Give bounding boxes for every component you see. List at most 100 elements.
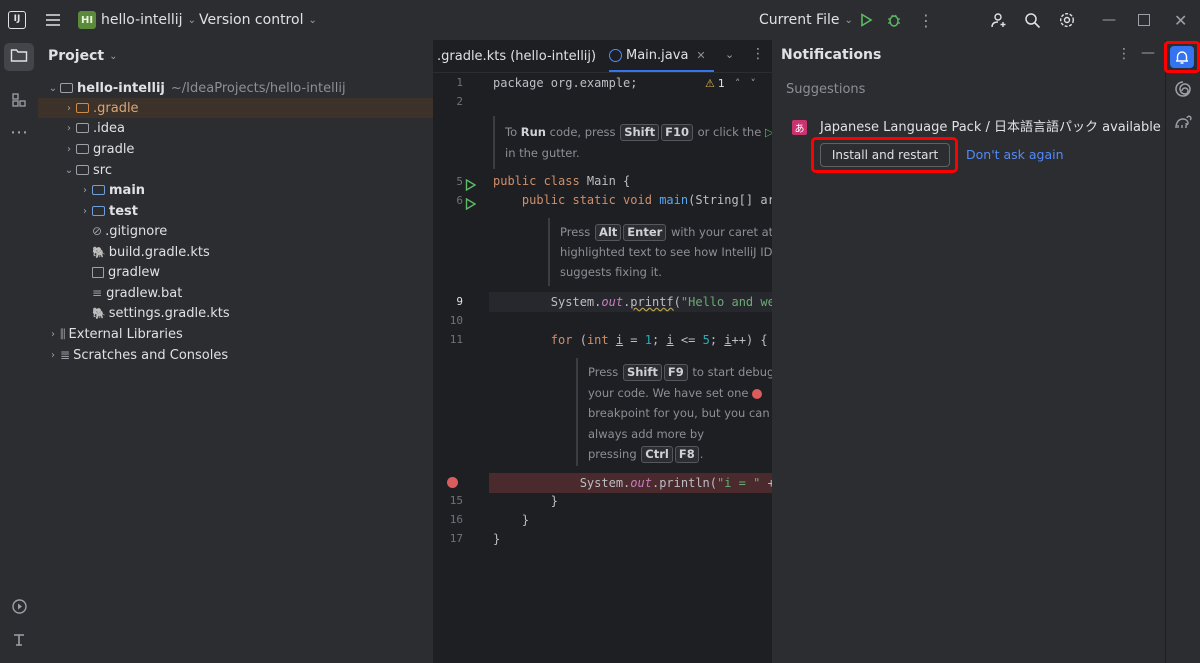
line-number: 5 bbox=[456, 175, 463, 188]
chevron-right-icon: › bbox=[67, 143, 71, 155]
run-gutter-icon[interactable] bbox=[465, 195, 477, 214]
tree-item-gradlew[interactable]: gradlew bbox=[38, 262, 473, 282]
tree-item-settings-gradle[interactable]: 🐘 settings.gradle.kts bbox=[38, 303, 473, 323]
ai-assistant-icon[interactable] bbox=[1174, 80, 1192, 102]
tree-item-label: build.gradle.kts bbox=[108, 244, 210, 260]
tab-label: .gradle.kts (hello-intellij) bbox=[437, 48, 597, 64]
vcs-widget[interactable]: Version control ⌄ bbox=[199, 0, 317, 40]
minimize-icon[interactable]: — bbox=[1102, 0, 1116, 40]
run-hint-line2: in the gutter. bbox=[505, 146, 580, 160]
intention-hint-line3: suggests fixing it. bbox=[560, 265, 662, 279]
run-config-selector[interactable]: Current File ⌄ bbox=[759, 0, 853, 40]
notification-text: Japanese Language Pack / 日本語言語パック availa… bbox=[820, 120, 1161, 135]
tree-item-src[interactable]: ⌄ src bbox=[38, 160, 457, 180]
tree-item-external-libraries[interactable]: › ⫼ External Libraries bbox=[38, 324, 441, 344]
project-widget[interactable]: HI hello-intellij ⌄ bbox=[78, 0, 196, 40]
hint-text: your code. We have set one bbox=[588, 386, 749, 400]
tree-item-build-gradle[interactable]: 🐘 build.gradle.kts bbox=[38, 242, 473, 262]
line-number: 10 bbox=[449, 314, 463, 327]
tree-item-label: External Libraries bbox=[68, 326, 183, 342]
hint-text: with your caret at the bbox=[670, 225, 773, 239]
tree-item-gradle[interactable]: › gradle bbox=[38, 139, 457, 159]
tree-root-row[interactable]: ⌄ hello-intellij ~/IdeaProjects/hello-in… bbox=[38, 78, 441, 98]
notifications-tool-window: Notifications ⋮ — Suggestions あ Japanese… bbox=[772, 40, 1165, 663]
inspection-widget[interactable]: ⚠ 1 ˄ ˅ bbox=[705, 77, 756, 90]
tab-main-java[interactable]: Main.java ✕ bbox=[609, 40, 714, 72]
tree-item-label: gradle bbox=[93, 141, 135, 157]
recent-tabs-chevron-icon[interactable]: ⌄ bbox=[725, 48, 734, 61]
code-line-9[interactable]: System.out.printf("Hello and welc bbox=[493, 295, 772, 309]
more-actions-icon[interactable]: ⋮ bbox=[918, 0, 934, 40]
gradle-file-icon: 🐘 bbox=[92, 245, 106, 259]
more-tabs-icon[interactable]: ⋮ bbox=[751, 46, 765, 62]
debug-hint-line3: breakpoint for you, but you can bbox=[588, 406, 770, 420]
code-line-17[interactable]: } bbox=[493, 532, 500, 546]
more-options-icon[interactable]: ⋮ bbox=[1117, 46, 1131, 62]
maximize-icon[interactable] bbox=[1138, 0, 1150, 40]
chevron-up-icon[interactable]: ˄ bbox=[735, 77, 741, 90]
search-icon[interactable] bbox=[1024, 0, 1041, 40]
dont-ask-again-link[interactable]: Don't ask again bbox=[966, 147, 1064, 162]
settings-gear-icon[interactable] bbox=[1058, 0, 1076, 40]
root-name: hello-intellij bbox=[77, 80, 165, 96]
code-line-5[interactable]: public class Main { bbox=[493, 174, 630, 188]
hint-bold: Run bbox=[520, 125, 546, 139]
chevron-down-icon: ⌄ bbox=[844, 14, 853, 26]
project-panel-header[interactable]: Project ⌄ bbox=[48, 46, 117, 66]
run-icon[interactable] bbox=[858, 0, 874, 40]
add-user-icon[interactable] bbox=[990, 0, 1008, 40]
gradle-tool-icon[interactable] bbox=[1174, 114, 1192, 134]
breakpoint-icon[interactable] bbox=[447, 477, 458, 488]
line-number: 16 bbox=[449, 513, 463, 526]
close-icon[interactable]: ✕ bbox=[1174, 0, 1187, 40]
gradle-file-icon: 🐘 bbox=[92, 306, 106, 320]
chevron-down-icon: ⌄ bbox=[308, 14, 317, 26]
line-number: 11 bbox=[449, 333, 463, 346]
tree-item-gitignore[interactable]: ⊘ .gitignore bbox=[38, 221, 473, 241]
debug-hint-line2: your code. We have set one bbox=[588, 383, 763, 404]
hide-panel-icon[interactable]: — bbox=[1141, 45, 1155, 61]
hint-text: . bbox=[699, 447, 704, 461]
chevron-down-icon: ⌄ bbox=[64, 164, 74, 176]
keycap: Shift bbox=[620, 124, 660, 141]
code-line-14[interactable]: System.out.println("i = " + i bbox=[493, 476, 772, 490]
run-hint-block: To Run code, press Shift F10 or click the… bbox=[493, 116, 772, 169]
services-icon[interactable] bbox=[9, 596, 29, 616]
app-logo-icon[interactable]: IJ bbox=[8, 0, 26, 40]
code-line-11[interactable]: for (int i = 1; i <= 5; i++) { bbox=[493, 333, 768, 347]
editor-area: .gradle.kts (hello-intellij) Main.java ✕… bbox=[433, 40, 773, 663]
chevron-down-icon[interactable]: ˅ bbox=[750, 77, 756, 90]
chevron-right-icon: › bbox=[83, 205, 87, 217]
shell-script-icon bbox=[92, 266, 104, 278]
main-menu-icon[interactable] bbox=[44, 0, 62, 40]
code-line-1[interactable]: package org.example; bbox=[493, 76, 638, 90]
terminal-icon[interactable] bbox=[9, 630, 29, 650]
notifications-tool-button[interactable] bbox=[1164, 41, 1200, 73]
library-icon: ⫼ bbox=[60, 326, 66, 341]
tab-build-gradle[interactable]: .gradle.kts (hello-intellij) bbox=[433, 40, 596, 72]
hint-text: Press bbox=[588, 365, 619, 379]
structure-icon[interactable] bbox=[9, 90, 29, 110]
keycap: Alt bbox=[594, 224, 622, 241]
tree-item-test[interactable]: › test bbox=[38, 201, 473, 221]
debug-icon[interactable] bbox=[886, 0, 902, 40]
more-tools-icon[interactable]: ⋯ bbox=[9, 122, 29, 143]
debug-hint-line1: Press ShiftF9 to start debugging bbox=[588, 362, 772, 383]
tree-item-gradle-hidden[interactable]: › .gradle bbox=[38, 98, 457, 118]
install-and-restart-button[interactable]: Install and restart bbox=[820, 143, 950, 167]
tree-item-gradlew-bat[interactable]: ≡ gradlew.bat bbox=[38, 283, 473, 303]
suggestions-header: Suggestions bbox=[786, 82, 866, 97]
code-line-6[interactable]: public static void main(String[] args bbox=[493, 193, 772, 207]
hint-text: To bbox=[505, 125, 518, 139]
code-line-15[interactable]: } bbox=[493, 494, 558, 508]
project-tool-button[interactable] bbox=[4, 43, 34, 71]
tree-item-idea[interactable]: › .idea bbox=[38, 118, 457, 138]
tree-item-scratches[interactable]: › ≣ Scratches and Consoles bbox=[38, 345, 441, 365]
close-tab-icon[interactable]: ✕ bbox=[696, 49, 705, 62]
tree-item-main[interactable]: › main bbox=[38, 180, 473, 200]
warning-icon: ⚠ bbox=[705, 77, 715, 90]
debug-hint-line4: always add more by bbox=[588, 427, 704, 441]
code-line-16[interactable]: } bbox=[493, 513, 529, 527]
run-gutter-icon[interactable] bbox=[465, 176, 477, 195]
tree-item-label: src bbox=[93, 162, 112, 178]
